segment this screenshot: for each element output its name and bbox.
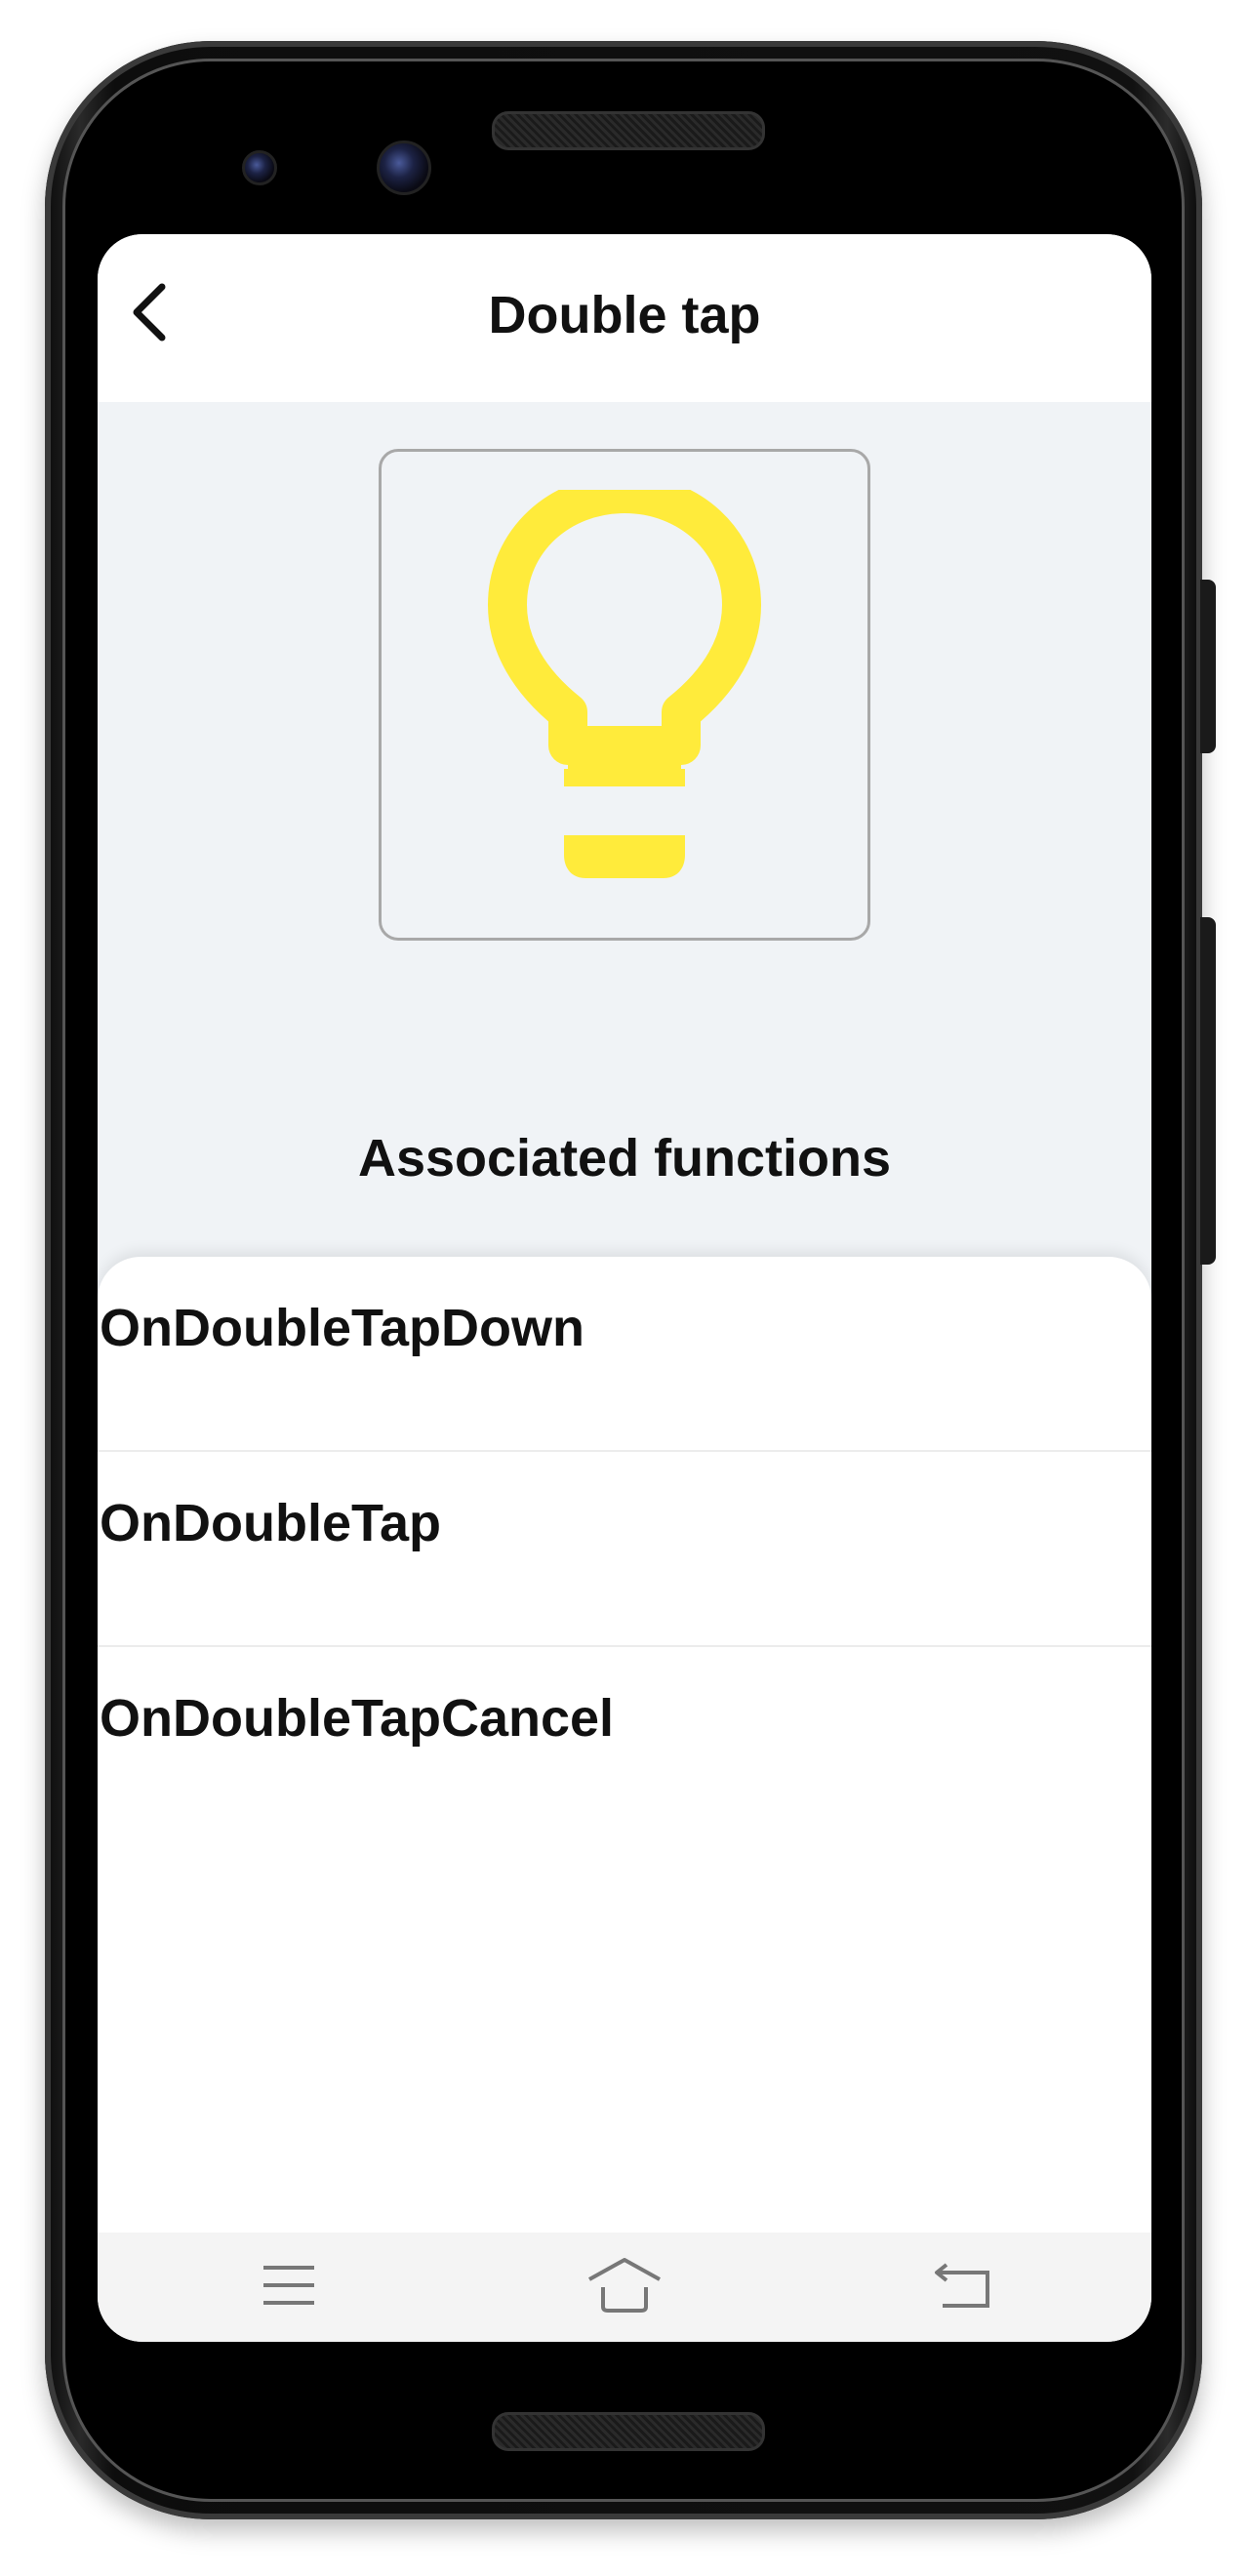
system-nav-bar [98,2233,1151,2342]
function-label: OnDoubleTapDown [100,1299,584,1357]
volume-button [1200,917,1216,1265]
list-item[interactable]: OnDoubleTapDown [98,1257,1151,1452]
functions-list: OnDoubleTapDown OnDoubleTap OnDoubleTapC… [98,1257,1151,2233]
function-label: OnDoubleTap [100,1494,441,1552]
home-icon[interactable] [585,2250,664,2320]
front-sensor [242,150,277,185]
chevron-left-icon[interactable] [113,277,183,347]
section-heading: Associated functions [357,1129,892,1187]
list-item[interactable]: OnDoubleTapCancel [98,1647,1151,1842]
power-button [1200,580,1216,753]
front-camera [377,141,431,195]
lightbulb-icon [488,490,761,878]
app-screen: Double tap Associated functions OnDouble… [98,234,1151,2342]
function-label: OnDoubleTapCancel [100,1689,615,1748]
gesture-illustration [379,449,870,941]
app-bar: Double tap [98,234,1151,402]
bottom-speaker [492,2412,765,2451]
list-item[interactable]: OnDoubleTap [98,1452,1151,1647]
device-stage: Double tap Associated functions OnDouble… [0,0,1249,2576]
page-title: Double tap [488,286,761,344]
back-arrow-icon[interactable] [923,2250,1001,2320]
top-speaker [492,111,765,150]
menu-icon[interactable] [250,2250,328,2320]
